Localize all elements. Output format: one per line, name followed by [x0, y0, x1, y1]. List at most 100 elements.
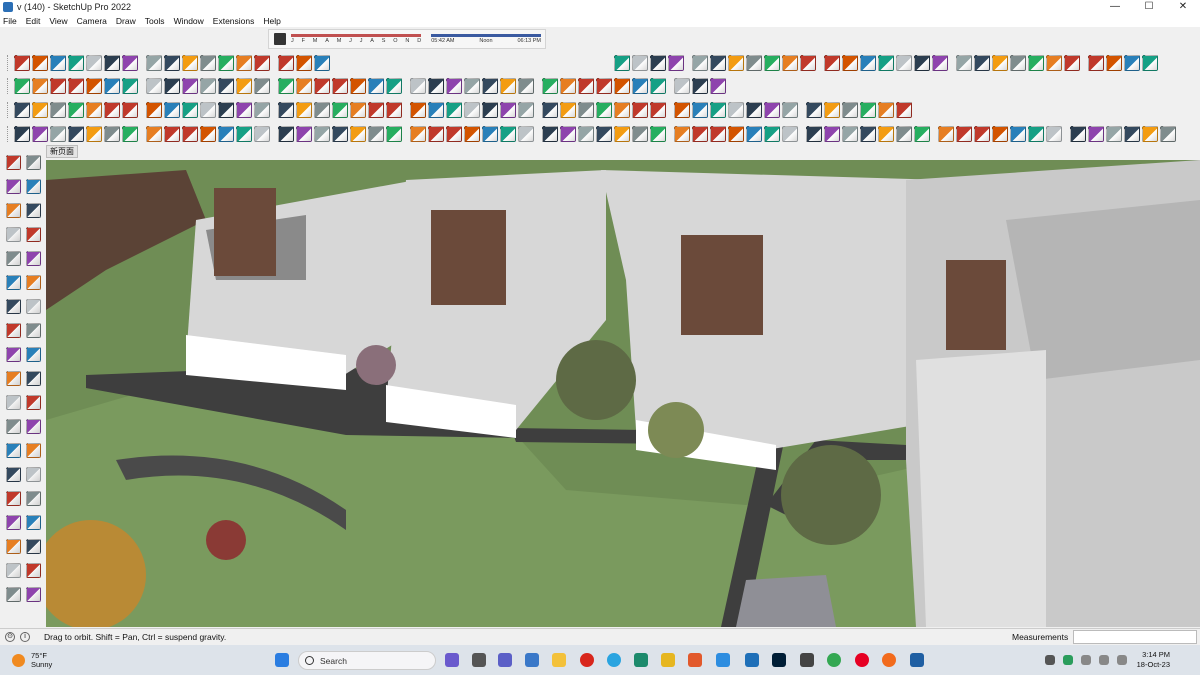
row1-tool-icon[interactable]: [896, 55, 912, 71]
maximize-button[interactable]: ☐: [1132, 0, 1166, 14]
row2-tool-icon[interactable]: [482, 78, 498, 94]
measurements-input[interactable]: [1073, 630, 1197, 644]
text-icon[interactable]: [26, 395, 41, 410]
row3-tool-icon[interactable]: [350, 102, 366, 118]
row1-tool-icon[interactable]: [1046, 55, 1062, 71]
row4-tool-icon[interactable]: [104, 126, 120, 142]
row2-tool-icon[interactable]: [14, 78, 30, 94]
zoom-window-icon[interactable]: [26, 491, 41, 506]
row2-tool-icon[interactable]: [614, 78, 630, 94]
toolbar-grip[interactable]: [7, 78, 10, 94]
row4-tool-icon[interactable]: [1106, 126, 1122, 142]
app-icon[interactable]: [910, 653, 924, 667]
row1-tool-icon[interactable]: [182, 55, 198, 71]
row4-tool-icon[interactable]: [860, 126, 876, 142]
row3-tool-icon[interactable]: [560, 102, 576, 118]
row2-tool-icon[interactable]: [596, 78, 612, 94]
photoshop-icon[interactable]: [772, 653, 786, 667]
row4-tool-icon[interactable]: [824, 126, 840, 142]
row2-tool-icon[interactable]: [104, 78, 120, 94]
row3-tool-icon[interactable]: [254, 102, 270, 118]
row4-tool-icon[interactable]: [956, 126, 972, 142]
row4-tool-icon[interactable]: [674, 126, 690, 142]
row4-tool-icon[interactable]: [146, 126, 162, 142]
polygon-icon[interactable]: [26, 275, 41, 290]
row4-tool-icon[interactable]: [386, 126, 402, 142]
row1-tool-icon[interactable]: [32, 55, 48, 71]
row1-tool-icon[interactable]: [1028, 55, 1044, 71]
row2-tool-icon[interactable]: [68, 78, 84, 94]
row4-tool-icon[interactable]: [692, 126, 708, 142]
row1-tool-icon[interactable]: [1124, 55, 1140, 71]
row4-tool-icon[interactable]: [446, 126, 462, 142]
row3-tool-icon[interactable]: [104, 102, 120, 118]
row4-tool-icon[interactable]: [236, 126, 252, 142]
row4-tool-icon[interactable]: [542, 126, 558, 142]
row2-tool-icon[interactable]: [182, 78, 198, 94]
toolbar-grip[interactable]: [7, 102, 10, 118]
chevron-up-icon[interactable]: [1044, 655, 1055, 665]
row2-tool-icon[interactable]: [32, 78, 48, 94]
row4-tool-icon[interactable]: [1028, 126, 1044, 142]
row2-tool-icon[interactable]: [446, 78, 462, 94]
row3-tool-icon[interactable]: [464, 102, 480, 118]
row4-tool-icon[interactable]: [596, 126, 612, 142]
row2-tool-icon[interactable]: [428, 78, 444, 94]
row1-tool-icon[interactable]: [800, 55, 816, 71]
zoom-extents-icon[interactable]: [6, 515, 21, 530]
smoove-icon[interactable]: [26, 587, 41, 602]
row4-tool-icon[interactable]: [122, 126, 138, 142]
copilot-icon[interactable]: [445, 653, 459, 667]
previous-icon[interactable]: [26, 515, 41, 530]
row2-tool-icon[interactable]: [236, 78, 252, 94]
row1-tool-icon[interactable]: [632, 55, 648, 71]
row4-tool-icon[interactable]: [782, 126, 798, 142]
row4-tool-icon[interactable]: [350, 126, 366, 142]
row4-tool-icon[interactable]: [14, 126, 30, 142]
row3-tool-icon[interactable]: [332, 102, 348, 118]
row4-tool-icon[interactable]: [1010, 126, 1026, 142]
row1-tool-icon[interactable]: [668, 55, 684, 71]
row1-tool-icon[interactable]: [218, 55, 234, 71]
row3-tool-icon[interactable]: [68, 102, 84, 118]
row3-tool-icon[interactable]: [728, 102, 744, 118]
look-around-icon[interactable]: [26, 539, 41, 554]
row3-tool-icon[interactable]: [896, 102, 912, 118]
row2-tool-icon[interactable]: [578, 78, 594, 94]
menu-view[interactable]: View: [49, 16, 67, 26]
minimize-button[interactable]: —: [1098, 0, 1132, 14]
toolbar-grip[interactable]: [7, 55, 10, 71]
orbit-camera-icon[interactable]: [6, 467, 21, 482]
row4-tool-icon[interactable]: [332, 126, 348, 142]
scene-tab[interactable]: 新页面: [46, 145, 78, 158]
row3-tool-icon[interactable]: [236, 102, 252, 118]
row2-tool-icon[interactable]: [86, 78, 102, 94]
teams-icon[interactable]: [498, 653, 512, 667]
pan-icon[interactable]: [26, 467, 41, 482]
row3-tool-icon[interactable]: [764, 102, 780, 118]
row3-tool-icon[interactable]: [182, 102, 198, 118]
row3-tool-icon[interactable]: [86, 102, 102, 118]
advanced-camera-icon[interactable]: [26, 563, 41, 578]
app-icon[interactable]: [634, 653, 648, 667]
menu-help[interactable]: Help: [263, 16, 280, 26]
row1-tool-icon[interactable]: [992, 55, 1008, 71]
pencil-icon[interactable]: [26, 203, 41, 218]
row1-tool-icon[interactable]: [878, 55, 894, 71]
row2-tool-icon[interactable]: [560, 78, 576, 94]
pie-icon[interactable]: [26, 299, 41, 314]
app-icon[interactable]: [661, 653, 675, 667]
row3-tool-icon[interactable]: [578, 102, 594, 118]
row3-tool-icon[interactable]: [860, 102, 876, 118]
row1-tool-icon[interactable]: [824, 55, 840, 71]
tape-measure-icon[interactable]: [6, 395, 21, 410]
follow-me-icon[interactable]: [26, 323, 41, 338]
time-slider[interactable]: 05:42 AM Noon 06:13 PM: [431, 34, 541, 44]
row2-tool-icon[interactable]: [692, 78, 708, 94]
row1-tool-icon[interactable]: [1142, 55, 1158, 71]
walk-icon[interactable]: [6, 539, 21, 554]
row1-tool-icon[interactable]: [860, 55, 876, 71]
row4-tool-icon[interactable]: [560, 126, 576, 142]
row2-tool-icon[interactable]: [674, 78, 690, 94]
row4-tool-icon[interactable]: [200, 126, 216, 142]
